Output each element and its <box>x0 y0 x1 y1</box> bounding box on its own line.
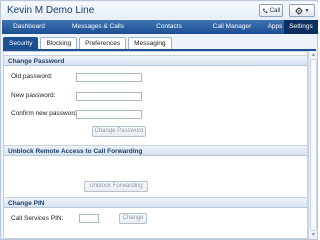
call-button[interactable]: Call <box>259 4 283 17</box>
unblock-section: Unblock Forwarding <box>4 157 307 197</box>
pin-input[interactable] <box>79 214 99 223</box>
unblock-forwarding-button[interactable]: Unblock Forwarding <box>84 181 148 192</box>
chevron-down-icon: ▼ <box>304 7 310 14</box>
call-button-label: Call <box>269 7 281 14</box>
tab-blocking[interactable]: Blocking <box>40 37 78 49</box>
settings-menu-button[interactable]: ▼ <box>289 4 315 17</box>
change-password-section: Old password: New password: Confirm new … <box>4 67 307 145</box>
new-password-input[interactable] <box>76 92 142 101</box>
change-pin-section: Call Services PIN: Change <box>4 209 307 238</box>
tab-security[interactable]: Security <box>3 37 39 49</box>
unblock-header: Unblock Remote Access to Call Forwarding <box>4 145 307 156</box>
old-password-input[interactable] <box>76 73 142 82</box>
change-pin-button[interactable]: Change <box>119 213 147 224</box>
change-pin-header: Change PIN <box>4 197 307 208</box>
vertical-scrollbar[interactable]: ▲ ▼ <box>308 51 317 239</box>
main-nav: Dashboard Messages & Calls Contacts Call… <box>2 20 318 34</box>
nav-messages-calls[interactable]: Messages & Calls <box>56 20 140 34</box>
new-password-label: New password: <box>11 92 56 99</box>
pin-label: Call Services PIN: <box>11 215 64 222</box>
confirm-password-input[interactable] <box>76 110 142 119</box>
confirm-password-label: Confirm new password: <box>11 110 79 117</box>
app-title: Kevin M Demo Line <box>7 5 95 16</box>
change-password-button[interactable]: Change Password <box>92 126 146 137</box>
tab-messaging[interactable]: Messaging <box>128 37 172 49</box>
app-header: Kevin M Demo Line Call ▼ <box>2 2 318 19</box>
nav-dashboard[interactable]: Dashboard <box>2 20 56 34</box>
security-panel: Change Password Old password: New passwo… <box>3 51 308 239</box>
tab-preferences[interactable]: Preferences <box>79 37 127 49</box>
old-password-label: Old password: <box>11 73 53 80</box>
nav-contacts[interactable]: Contacts <box>140 20 198 34</box>
scroll-down-icon[interactable]: ▼ <box>310 232 317 238</box>
nav-apps[interactable]: Apps <box>266 20 284 34</box>
gear-icon <box>294 6 303 15</box>
scroll-thumb[interactable] <box>310 59 317 231</box>
scroll-up-icon[interactable]: ▲ <box>310 52 317 58</box>
phone-icon <box>262 8 268 13</box>
nav-settings[interactable]: Settings <box>284 20 318 34</box>
change-password-header: Change Password <box>4 55 307 66</box>
nav-call-manager[interactable]: Call Manager <box>198 20 266 34</box>
app-window: Kevin M Demo Line Call ▼ Dashboard Messa… <box>0 0 318 240</box>
